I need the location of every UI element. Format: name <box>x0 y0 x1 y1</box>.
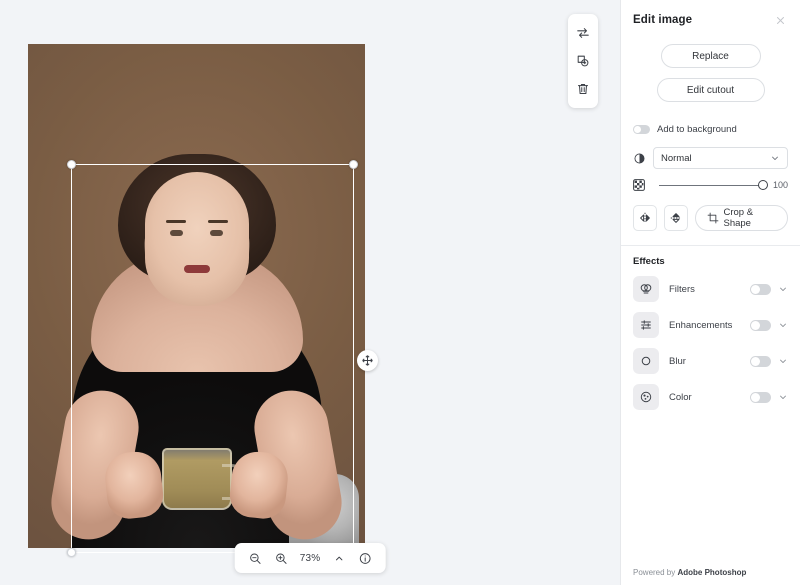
duplicate-layer-icon[interactable] <box>570 47 596 75</box>
chevron-down-icon[interactable] <box>778 284 788 294</box>
effect-toggle-color[interactable] <box>750 392 771 403</box>
effect-toggle-blur[interactable] <box>750 356 771 367</box>
blend-mode-icon <box>633 152 653 165</box>
zoom-level-value[interactable]: 73% <box>295 553 326 564</box>
edit-image-app: 73% Edit image Replace <box>0 0 800 585</box>
photo-mug <box>162 448 232 510</box>
move-resize-icon[interactable] <box>357 350 378 371</box>
blur-circle-icon <box>633 348 659 374</box>
crop-icon <box>707 212 719 224</box>
panel-header: Edit image <box>621 0 800 28</box>
photo-eye-left <box>170 230 183 236</box>
replace-button[interactable]: Replace <box>661 44 761 68</box>
photo-lips <box>184 265 210 273</box>
info-icon[interactable] <box>353 546 377 570</box>
opacity-row: 100 <box>621 179 800 191</box>
effect-row-color[interactable]: Color <box>621 379 800 415</box>
powered-by-brand: Adobe Photoshop <box>677 568 746 577</box>
photo-eye-right <box>210 230 223 236</box>
blend-mode-select[interactable]: Normal <box>653 147 788 169</box>
page-title: Edit image <box>633 14 692 26</box>
chevron-up-icon[interactable] <box>327 546 351 570</box>
zoom-toolbar[interactable]: 73% <box>235 543 386 573</box>
effect-label-color: Color <box>669 392 692 403</box>
chevron-down-icon[interactable] <box>778 392 788 402</box>
flip-horizontal-icon[interactable] <box>633 205 657 231</box>
add-to-background-label: Add to background <box>657 124 737 135</box>
blend-mode-row: Normal <box>621 147 800 169</box>
effects-section-title: Effects <box>621 246 800 271</box>
transform-row: Crop & Shape <box>621 205 800 231</box>
artboard[interactable] <box>28 44 365 548</box>
opacity-slider-handle[interactable] <box>758 180 768 190</box>
filters-icon <box>633 276 659 302</box>
chevron-down-icon[interactable] <box>778 320 788 330</box>
edit-cutout-button[interactable]: Edit cutout <box>657 78 765 102</box>
zoom-out-icon[interactable] <box>243 546 267 570</box>
powered-by-prefix: Powered by <box>633 568 677 577</box>
flip-vertical-icon[interactable] <box>664 205 688 231</box>
effect-label-filters: Filters <box>669 284 695 295</box>
effect-row-filters[interactable]: Filters <box>621 271 800 307</box>
add-to-background-row[interactable]: Add to background <box>633 124 788 135</box>
zoom-in-icon[interactable] <box>269 546 293 570</box>
layer-tool-rail[interactable] <box>568 14 598 108</box>
canvas-area[interactable]: 73% <box>0 0 620 585</box>
photo-brow-left <box>166 220 186 223</box>
chevron-down-icon[interactable] <box>778 356 788 366</box>
close-icon[interactable] <box>772 12 788 28</box>
powered-by-footer: Powered by Adobe Photoshop <box>621 568 800 577</box>
color-wheel-icon <box>633 384 659 410</box>
effect-toggle-enhancements[interactable] <box>750 320 771 331</box>
crop-and-shape-button[interactable]: Crop & Shape <box>695 205 789 231</box>
swap-replace-icon[interactable] <box>570 19 596 47</box>
crop-and-shape-label: Crop & Shape <box>724 207 777 229</box>
resize-handle-bottom-left[interactable] <box>67 548 76 557</box>
opacity-value[interactable]: 100 <box>766 180 788 190</box>
blend-mode-value: Normal <box>661 153 692 164</box>
edit-image-panel: Edit image Replace Edit cutout Add to ba… <box>620 0 800 585</box>
sliders-icon <box>633 312 659 338</box>
effect-row-blur[interactable]: Blur <box>621 343 800 379</box>
add-to-background-toggle[interactable] <box>633 125 650 134</box>
add-to-background-section: Add to background <box>621 124 800 135</box>
trash-icon[interactable] <box>570 75 596 103</box>
effect-toggle-filters[interactable] <box>750 284 771 295</box>
effect-row-enhancements[interactable]: Enhancements <box>621 307 800 343</box>
photo-brow-right <box>208 220 228 223</box>
photo-hand-right <box>228 449 291 520</box>
effect-label-enhancements: Enhancements <box>669 320 732 331</box>
effect-label-blur: Blur <box>669 356 686 367</box>
photo-face <box>145 172 249 306</box>
checkerboard-opacity-icon <box>633 179 653 191</box>
chevron-down-icon <box>770 153 780 163</box>
opacity-slider[interactable] <box>659 185 763 186</box>
